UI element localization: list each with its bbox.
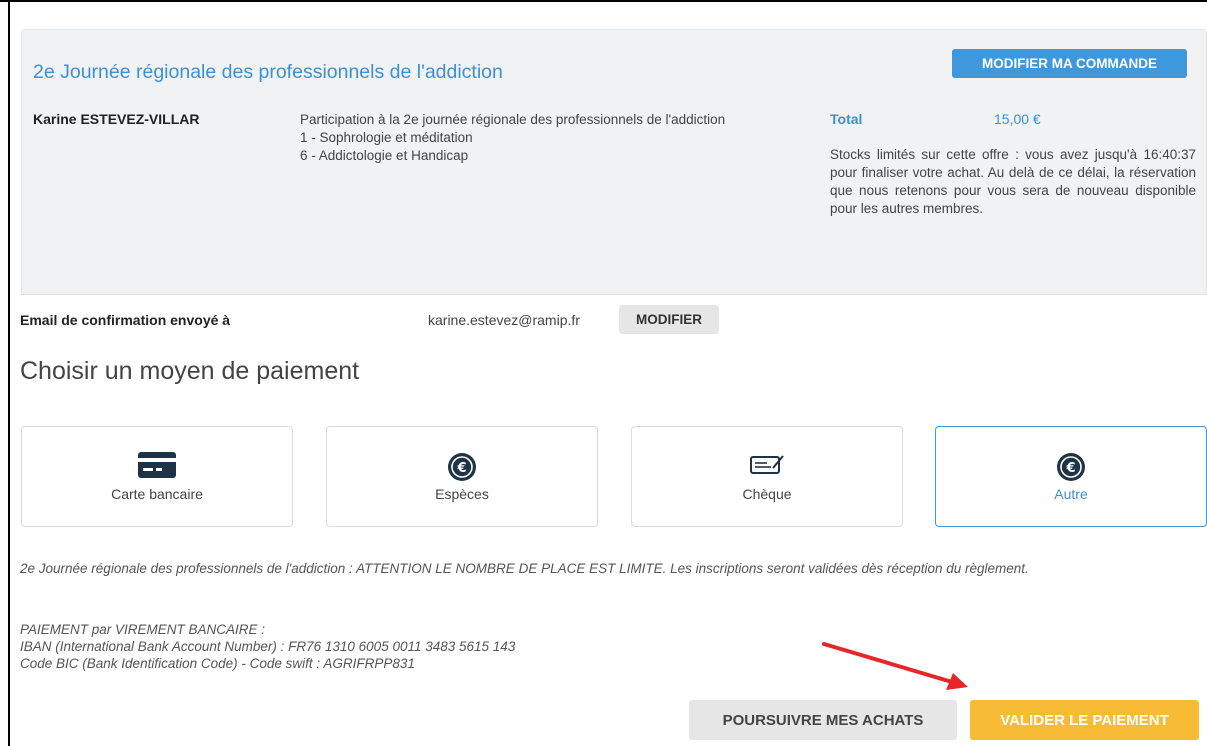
validate-payment-button[interactable]: VALIDER LE PAIEMENT	[970, 700, 1199, 740]
euro-coin-icon: €	[1056, 452, 1086, 487]
svg-text:€: €	[1065, 461, 1075, 476]
payment-method-card-especes[interactable]: € Espèces	[326, 426, 598, 527]
order-item-description: Participation à la 2e journée régionale …	[300, 111, 800, 165]
bank-transfer-line: PAIEMENT par VIREMENT BANCAIRE :	[20, 622, 266, 637]
payment-method-card-cheque[interactable]: Chèque	[631, 426, 903, 527]
modify-email-button[interactable]: MODIFIER	[619, 305, 719, 334]
payment-method-label: Espèces	[435, 486, 489, 502]
bank-transfer-line: Code BIC (Bank Identification Code) - Co…	[20, 656, 415, 671]
confirmation-email-label: Email de confirmation envoyé à	[20, 312, 231, 328]
registration-notice: 2e Journée régionale des professionnels …	[20, 561, 1029, 576]
bank-transfer-line: IBAN (International Bank Account Number)…	[20, 639, 516, 654]
summary-divider	[21, 294, 1207, 295]
payment-method-card-autre[interactable]: € Autre	[935, 426, 1207, 527]
credit-card-icon	[138, 452, 176, 483]
payment-method-card-carte-bancaire[interactable]: Carte bancaire	[21, 426, 293, 527]
annotation-arrow-icon	[820, 640, 980, 705]
modify-order-button[interactable]: MODIFIER MA COMMANDE	[952, 49, 1187, 78]
event-title: 2e Journée régionale des professionnels …	[33, 61, 503, 83]
payment-method-label: Carte bancaire	[111, 486, 203, 502]
payment-method-heading: Choisir un moyen de paiement	[20, 357, 360, 385]
cheque-icon	[749, 452, 785, 483]
payment-method-label: Autre	[1054, 486, 1088, 502]
payment-method-label: Chèque	[742, 486, 792, 502]
order-item-intro: Participation à la 2e journée régionale …	[300, 112, 726, 127]
continue-shopping-button[interactable]: POURSUIVRE MES ACHATS	[689, 700, 957, 740]
bank-transfer-info: PAIEMENT par VIREMENT BANCAIRE : IBAN (I…	[20, 621, 515, 672]
order-item-option: 6 - Addictologie et Handicap	[300, 148, 469, 163]
window-top-border	[0, 0, 1207, 2]
euro-coin-icon: €	[447, 452, 477, 487]
window-left-border	[8, 0, 10, 746]
svg-text:€: €	[456, 461, 466, 476]
confirmation-email-value: karine.estevez@ramip.fr	[428, 312, 580, 328]
total-value: 15,00 €	[994, 111, 1041, 127]
order-item-option: 1 - Sophrologie et méditation	[300, 130, 473, 145]
total-label: Total	[830, 111, 863, 127]
stock-limit-notice: Stocks limités sur cette offre : vous av…	[830, 147, 1196, 216]
customer-name: Karine ESTEVEZ-VILLAR	[33, 111, 200, 127]
